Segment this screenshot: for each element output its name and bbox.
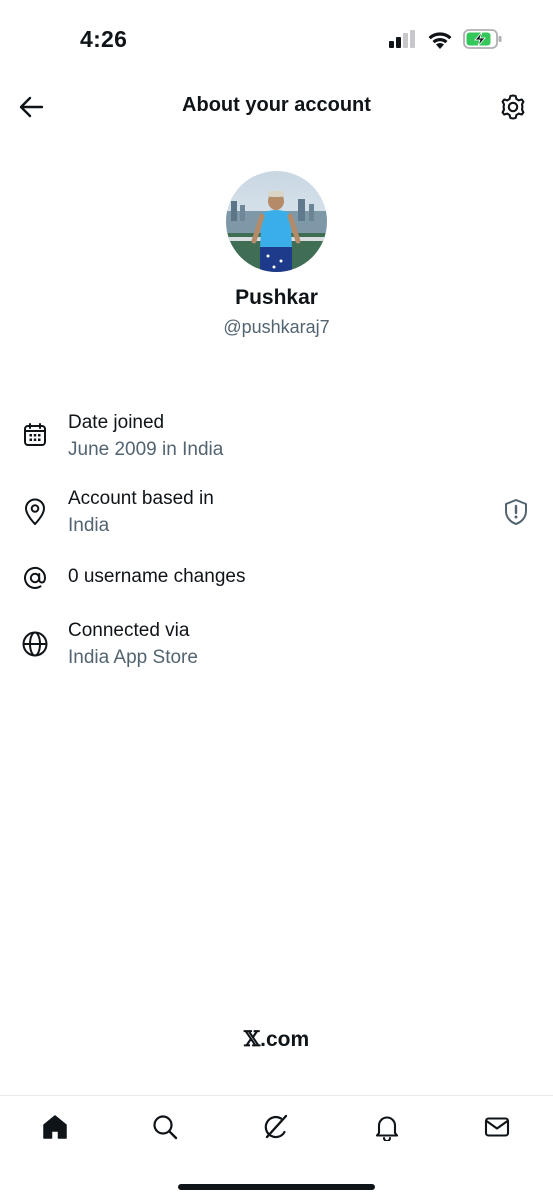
profile-name: Pushkar <box>235 286 318 309</box>
status-bar: 4:26 <box>0 0 553 80</box>
x-logo: 𝕏 <box>243 1026 261 1051</box>
home-indicator[interactable] <box>178 1184 375 1190</box>
nav-notifications[interactable] <box>370 1110 404 1144</box>
home-icon <box>43 1115 67 1139</box>
account-based-text: Account based in India <box>68 486 214 539</box>
account-based-label: Account based in <box>68 488 214 509</box>
avatar-photo <box>226 171 327 272</box>
nav-messages[interactable] <box>480 1110 514 1144</box>
username-changes-label: 0 username changes <box>68 566 246 587</box>
header: About your account <box>0 80 553 134</box>
mail-icon <box>484 1117 510 1137</box>
status-icons <box>389 29 503 49</box>
profile-handle: @pushkaraj7 <box>223 317 330 337</box>
shield-alert-icon[interactable] <box>501 497 531 527</box>
at-sign-icon <box>20 563 50 593</box>
search-icon <box>153 1115 178 1140</box>
connected-via-value: India App Store <box>68 647 198 668</box>
settings-button[interactable] <box>497 91 529 123</box>
username-changes-row: 0 username changes <box>0 563 553 593</box>
globe-icon <box>20 629 50 659</box>
account-based-value: India <box>68 515 110 536</box>
date-joined-value: June 2009 in India <box>68 439 224 460</box>
nav-search[interactable] <box>148 1110 182 1144</box>
connected-via-label: Connected via <box>68 620 190 641</box>
brand-domain: .com <box>260 1028 310 1051</box>
bell-icon <box>375 1116 399 1141</box>
gear-icon <box>501 94 525 120</box>
connected-via-text: Connected via India App Store <box>68 618 198 671</box>
status-time: 4:26 <box>80 26 128 52</box>
x-com-brand: 𝕏.com <box>0 1026 553 1052</box>
cellular-signal-icon <box>389 30 415 48</box>
nav-home[interactable] <box>38 1110 72 1144</box>
avatar[interactable] <box>226 171 327 272</box>
date-joined-row: Date joined June 2009 in India <box>0 410 553 466</box>
location-pin-icon <box>20 497 50 527</box>
username-changes-text: 0 username changes <box>68 564 245 590</box>
date-joined-label: Date joined <box>68 412 165 433</box>
battery-charging-icon <box>463 29 502 49</box>
account-based-row: Account based in India <box>0 486 553 542</box>
grok-icon <box>264 1114 288 1139</box>
page-title: About your account <box>182 94 371 116</box>
nav-grok[interactable] <box>259 1110 293 1144</box>
wifi-icon <box>428 31 452 49</box>
calendar-icon <box>20 420 50 450</box>
date-joined-text: Date joined June 2009 in India <box>68 410 223 463</box>
connected-via-row: Connected via India App Store <box>0 618 553 674</box>
